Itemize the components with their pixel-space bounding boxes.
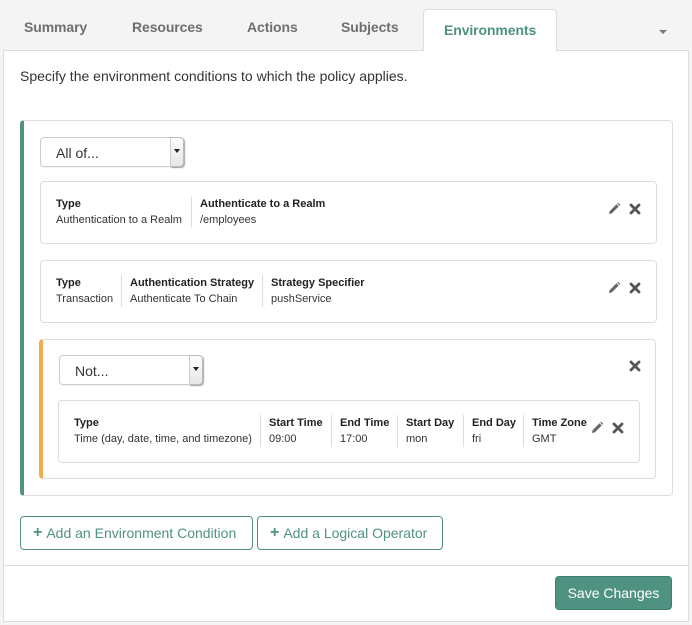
tab-subjects[interactable]: Subjects bbox=[341, 19, 399, 35]
column-label: Time Zone bbox=[532, 417, 587, 429]
column-label: End Time bbox=[340, 417, 390, 429]
column-value: 09:00 bbox=[269, 433, 297, 445]
column-value: fri bbox=[472, 433, 482, 445]
column-value: Authentication to a Realm bbox=[56, 214, 182, 226]
add-logical-operator-button[interactable]: + Add a Logical Operator bbox=[257, 516, 443, 550]
column-value: pushService bbox=[271, 293, 332, 305]
close-icon[interactable] bbox=[611, 421, 625, 435]
column-value: GMT bbox=[532, 433, 557, 445]
condition-column: Type Transaction bbox=[56, 275, 113, 307]
column-value: /employees bbox=[200, 214, 257, 226]
condition-column: Type Time (day, date, time, and timezone… bbox=[74, 415, 252, 447]
add-logical-operator-label: Add a Logical Operator bbox=[283, 525, 428, 541]
operator-select[interactable]: Not... bbox=[59, 355, 203, 385]
column-value: Authenticate To Chain bbox=[130, 293, 238, 305]
column-label: Strategy Specifier bbox=[271, 277, 365, 289]
close-icon[interactable] bbox=[628, 359, 642, 373]
condition-time: Type Time (day, date, time, and timezone… bbox=[58, 400, 640, 463]
plus-icon: + bbox=[270, 524, 280, 541]
pencil-icon[interactable] bbox=[607, 281, 621, 295]
close-icon[interactable] bbox=[628, 202, 642, 216]
footer-divider bbox=[4, 565, 688, 566]
tab-resources[interactable]: Resources bbox=[132, 19, 203, 35]
condition-transaction: Type Transaction Authentication Strategy… bbox=[40, 260, 657, 323]
condition-column: Strategy Specifier pushService bbox=[262, 275, 365, 307]
pencil-icon[interactable] bbox=[607, 202, 621, 216]
condition-column: Type Authentication to a Realm bbox=[56, 196, 182, 228]
condition-column: Authenticate to a Realm /employees bbox=[191, 196, 325, 228]
operator-select-value: Not... bbox=[75, 363, 109, 379]
tab-actions[interactable]: Actions bbox=[247, 19, 298, 35]
condition-column: End Time 17:00 bbox=[331, 415, 389, 447]
environments-panel: Specify the environment conditions to wh… bbox=[3, 50, 689, 622]
operator-select-value: All of... bbox=[56, 145, 99, 161]
condition-column: Time Zone GMT bbox=[523, 415, 587, 447]
operator-select[interactable]: All of... bbox=[40, 137, 184, 167]
column-label: Start Time bbox=[269, 417, 323, 429]
column-value: mon bbox=[406, 433, 428, 445]
column-label: Type bbox=[56, 277, 81, 289]
policy-tabs: Summary Resources Actions Subjects Envir… bbox=[0, 0, 692, 51]
condition-column: Authentication Strategy Authenticate To … bbox=[121, 275, 254, 307]
save-changes-button[interactable]: Save Changes bbox=[555, 576, 672, 610]
condition-realm: Type Authentication to a Realm Authentic… bbox=[40, 181, 657, 244]
add-environment-condition-label: Add an Environment Condition bbox=[46, 525, 237, 541]
column-label: Start Day bbox=[406, 417, 455, 429]
column-label: Type bbox=[74, 417, 99, 429]
column-label: End Day bbox=[472, 417, 517, 429]
close-icon[interactable] bbox=[628, 281, 642, 295]
chevron-down-icon bbox=[170, 137, 184, 167]
column-label: Authenticate to a Realm bbox=[200, 198, 326, 210]
chevron-down-icon bbox=[189, 355, 203, 385]
condition-column: Start Time 09:00 bbox=[260, 415, 323, 447]
logical-group-not: Not... Type Time (day, date, time, and t… bbox=[39, 339, 656, 479]
condition-column: Start Day mon bbox=[397, 415, 454, 447]
tab-summary[interactable]: Summary bbox=[24, 19, 87, 35]
column-value: Time (day, date, time, and timezone) bbox=[74, 433, 252, 445]
logical-group-all-of: All of... Type Authentication to a Realm… bbox=[20, 120, 673, 496]
intro-text: Specify the environment conditions to wh… bbox=[20, 68, 408, 84]
add-environment-condition-button[interactable]: + Add an Environment Condition bbox=[20, 516, 253, 550]
condition-column: End Day fri bbox=[463, 415, 516, 447]
column-value: Transaction bbox=[56, 293, 114, 305]
column-label: Type bbox=[56, 198, 81, 210]
caret-down-icon[interactable] bbox=[659, 30, 667, 34]
tab-environments[interactable]: Environments bbox=[423, 9, 558, 51]
column-label: Authentication Strategy bbox=[130, 277, 255, 289]
column-value: 17:00 bbox=[340, 433, 368, 445]
pencil-icon[interactable] bbox=[590, 421, 604, 435]
plus-icon: + bbox=[33, 524, 43, 541]
